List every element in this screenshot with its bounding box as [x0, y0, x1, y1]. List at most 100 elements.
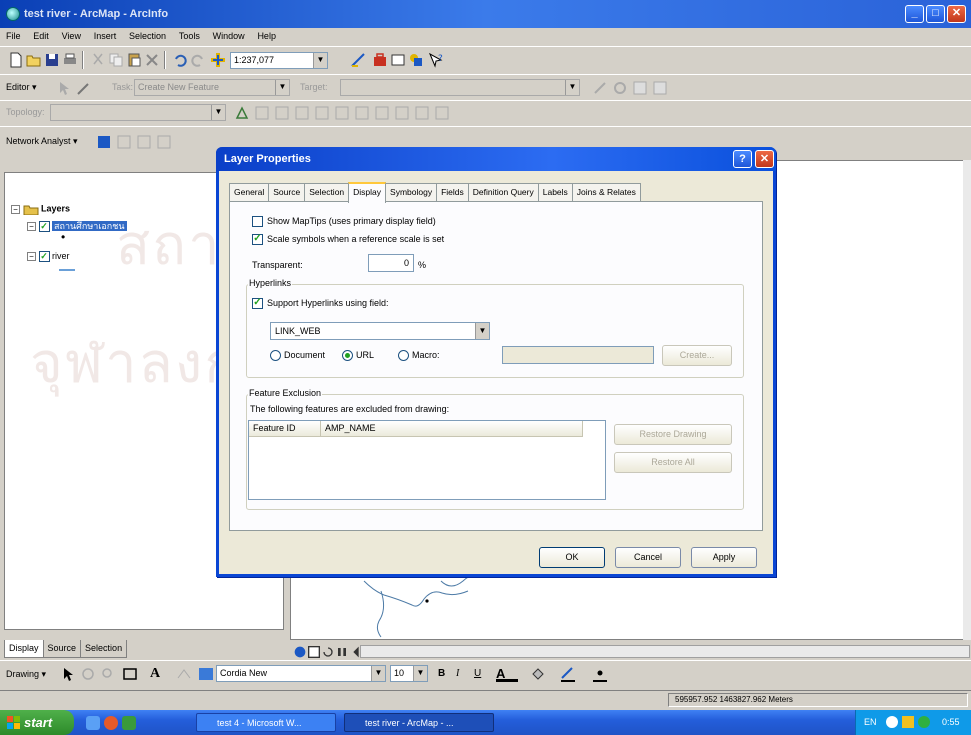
- sketch-properties-icon[interactable]: [652, 80, 668, 96]
- point-symbol[interactable]: •: [61, 231, 65, 243]
- restore-drawing-button[interactable]: Restore Drawing: [614, 424, 732, 445]
- tab-definition-query[interactable]: Definition Query: [467, 183, 539, 201]
- open-folder-icon[interactable]: [26, 52, 42, 68]
- topology-tool-9-icon[interactable]: [414, 105, 430, 121]
- new-text-icon[interactable]: A: [150, 666, 166, 682]
- collapse-icon[interactable]: −: [11, 204, 20, 214]
- maximize-button[interactable]: □: [926, 5, 945, 23]
- bold-button[interactable]: B: [438, 668, 445, 679]
- layer-visibility-checkbox[interactable]: ✓: [38, 221, 50, 233]
- url-radio[interactable]: [342, 350, 353, 362]
- close-button[interactable]: ✕: [947, 5, 966, 23]
- refresh-view-icon[interactable]: [320, 644, 333, 657]
- picture-icon[interactable]: [198, 666, 214, 682]
- ok-button[interactable]: OK: [539, 547, 605, 568]
- command-line-icon[interactable]: [390, 52, 406, 68]
- tab-labels[interactable]: Labels: [537, 183, 573, 201]
- network-tool-1-icon[interactable]: [116, 134, 132, 150]
- underline-button[interactable]: U: [474, 668, 481, 679]
- scroll-left-icon[interactable]: [348, 644, 360, 658]
- topology-tool-2-icon[interactable]: [274, 105, 290, 121]
- line-color-icon[interactable]: [560, 666, 576, 682]
- save-icon[interactable]: [44, 52, 60, 68]
- column-feature-id[interactable]: Feature ID: [249, 421, 321, 437]
- attributes-icon[interactable]: [632, 80, 648, 96]
- column-amp-name[interactable]: AMP_NAME: [321, 421, 583, 437]
- topology-tool-5-icon[interactable]: [334, 105, 350, 121]
- browser-icon[interactable]: [104, 716, 118, 730]
- topology-combo[interactable]: ▼: [50, 104, 226, 121]
- font-size-combo[interactable]: 10 ▼: [390, 665, 428, 682]
- map-vertical-scrollbar[interactable]: [963, 160, 971, 640]
- tab-display[interactable]: Display: [348, 182, 387, 203]
- collapse-icon[interactable]: −: [27, 252, 36, 262]
- cancel-button[interactable]: Cancel: [615, 547, 681, 568]
- editor-toolbar-icon[interactable]: [350, 52, 366, 68]
- network-tool-2-icon[interactable]: [136, 134, 152, 150]
- tab-selection[interactable]: Selection: [304, 183, 350, 201]
- excluded-features-list[interactable]: Feature ID AMP_NAME: [248, 420, 606, 500]
- font-name-combo[interactable]: Cordia New ▼: [216, 665, 386, 682]
- topology-tool-4-icon[interactable]: [314, 105, 330, 121]
- macro-radio[interactable]: [398, 350, 409, 362]
- minimize-button[interactable]: _: [905, 5, 924, 23]
- delete-icon[interactable]: [144, 52, 160, 68]
- layout-view-icon[interactable]: [306, 644, 320, 658]
- arctoolbox-icon[interactable]: [372, 52, 388, 68]
- menu-help[interactable]: Help: [251, 28, 280, 41]
- url-option[interactable]: URL: [342, 350, 374, 362]
- arccatalog-icon[interactable]: [408, 52, 424, 68]
- hyperlink-field-select[interactable]: LINK_WEB ▼: [270, 322, 490, 340]
- language-indicator[interactable]: EN: [864, 717, 877, 727]
- tab-symbology[interactable]: Symbology: [385, 183, 438, 201]
- tab-display[interactable]: Display: [4, 640, 44, 658]
- menu-view[interactable]: View: [56, 28, 85, 41]
- target-combo[interactable]: ▼: [340, 79, 580, 96]
- edit-vertices-icon[interactable]: [176, 666, 192, 682]
- toc-layer-river[interactable]: − ✓ river: [27, 251, 70, 263]
- menu-tools[interactable]: Tools: [173, 28, 204, 41]
- scale-symbols-checkbox[interactable]: ✓: [252, 234, 263, 246]
- copy-icon[interactable]: [108, 52, 124, 68]
- marker-color-icon[interactable]: [592, 666, 608, 682]
- tab-source[interactable]: Source: [42, 640, 82, 658]
- map-scale-combo[interactable]: 1:237,077 ▼: [230, 52, 328, 69]
- fill-color-icon[interactable]: [530, 666, 546, 682]
- line-symbol[interactable]: [59, 269, 75, 271]
- create-button[interactable]: Create...: [662, 345, 732, 366]
- whats-this-icon[interactable]: ?: [428, 52, 444, 68]
- volume-icon[interactable]: [918, 716, 930, 728]
- document-option[interactable]: Document: [270, 350, 325, 362]
- menu-file[interactable]: File: [0, 28, 25, 41]
- macro-option[interactable]: Macro:: [398, 350, 440, 362]
- editor-menu[interactable]: Editor ▾: [6, 82, 37, 93]
- cut-icon[interactable]: [90, 52, 106, 68]
- rotate-tool-icon[interactable]: [612, 80, 628, 96]
- collapse-icon[interactable]: −: [27, 222, 36, 232]
- toc-layer-school[interactable]: − ✓ สถานศึกษาเอกชน: [27, 219, 127, 233]
- show-desktop-icon[interactable]: [86, 716, 100, 730]
- redo-icon[interactable]: [190, 52, 206, 68]
- topology-tool-6-icon[interactable]: [354, 105, 370, 121]
- topology-tool-7-icon[interactable]: [374, 105, 390, 121]
- support-hyperlinks-option[interactable]: ✓ Support Hyperlinks using field:: [252, 298, 389, 310]
- layer-name[interactable]: river: [52, 251, 70, 261]
- topology-edit-icon[interactable]: [254, 105, 270, 121]
- rotate-element-icon[interactable]: [80, 666, 96, 682]
- zoom-to-selected-icon[interactable]: [100, 666, 116, 682]
- dialog-close-button[interactable]: ✕: [755, 150, 774, 168]
- warning-icon[interactable]: [902, 716, 914, 728]
- split-tool-icon[interactable]: [592, 80, 608, 96]
- new-document-icon[interactable]: [8, 52, 24, 68]
- add-data-icon[interactable]: [210, 52, 226, 68]
- edit-tool-icon[interactable]: [56, 80, 72, 96]
- menu-window[interactable]: Window: [207, 28, 249, 41]
- tab-selection[interactable]: Selection: [80, 640, 128, 658]
- paste-icon[interactable]: [126, 52, 142, 68]
- task-combo[interactable]: Create New Feature ▼: [134, 79, 290, 96]
- support-hyperlinks-checkbox[interactable]: ✓: [252, 298, 263, 310]
- network-icon[interactable]: [886, 716, 898, 728]
- apply-button[interactable]: Apply: [691, 547, 757, 568]
- quick-launch-icon[interactable]: [122, 716, 136, 730]
- tab-general[interactable]: General: [229, 183, 270, 201]
